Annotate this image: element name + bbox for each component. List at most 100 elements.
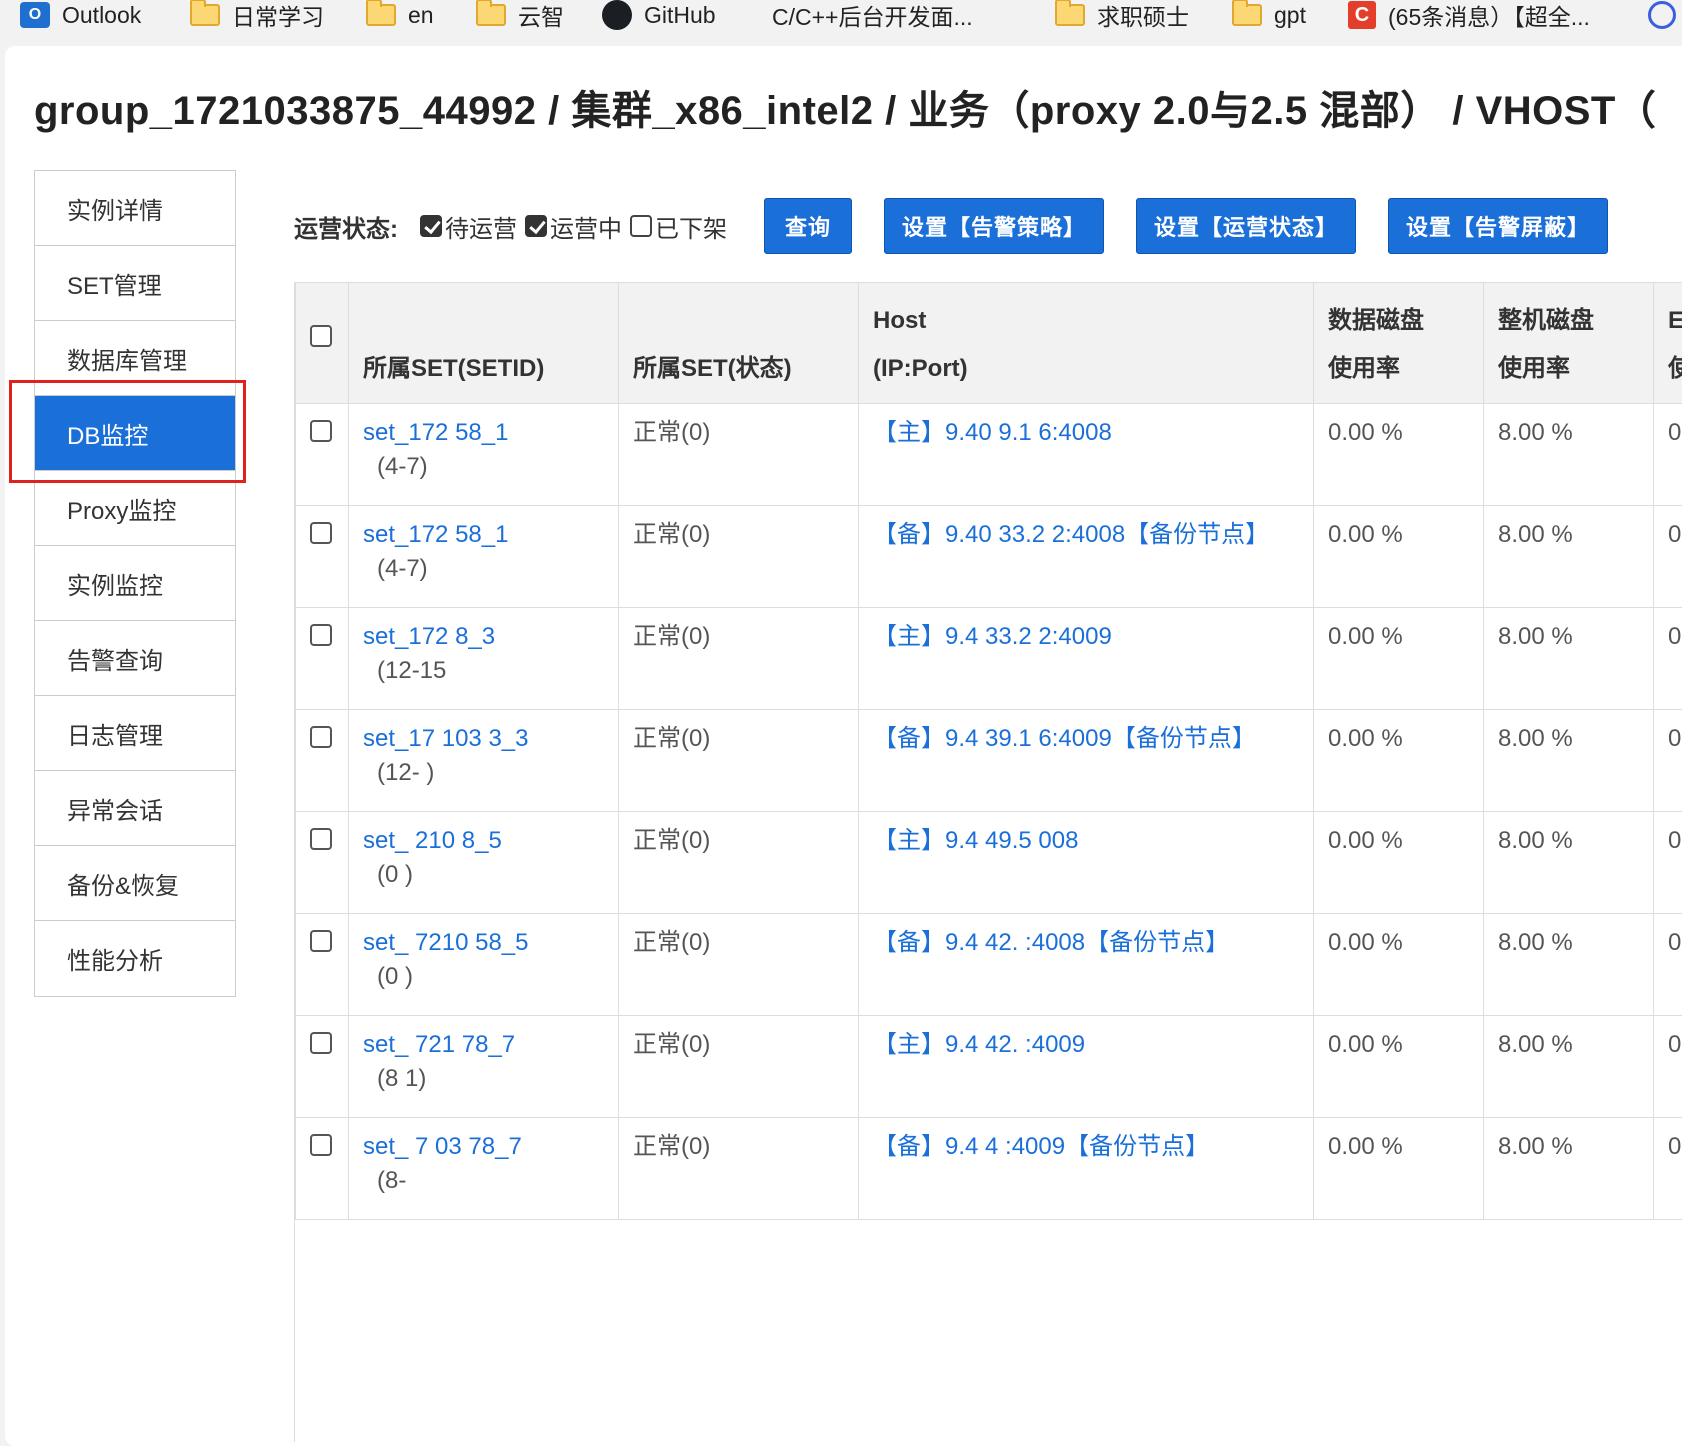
- instance-table: 所属SET(SETID) 所属SET(状态) Host(IP:Port) 数据磁…: [295, 282, 1682, 1442]
- data-disk-cell: 0.00 %: [1314, 1118, 1484, 1220]
- data-disk-usage: 0.00 %: [1328, 827, 1403, 854]
- machine-disk-cell: 8.00 %: [1484, 608, 1654, 710]
- sidebar-item-label: 告警查询: [67, 641, 163, 676]
- sidebar-item-log-management[interactable]: 日志管理: [35, 696, 235, 771]
- host-link[interactable]: 【备】9.4 39.1 6:4009【备份节点】: [873, 725, 1256, 752]
- machine-disk-cell: 8.00 %: [1484, 1118, 1654, 1220]
- checkbox-unchecked-icon[interactable]: [630, 215, 652, 237]
- set-id-cell: set_ 210 8_5 (0 ): [349, 812, 619, 914]
- row-select-cell[interactable]: [296, 608, 349, 710]
- row-select-cell[interactable]: [296, 812, 349, 914]
- bookmark-job-master[interactable]: 求职硕士: [1055, 0, 1189, 30]
- filter-checkbox-offline[interactable]: 已下架: [630, 209, 727, 244]
- host-link[interactable]: 【主】9.4 33.2 2:4009: [873, 623, 1112, 650]
- header-next-column: E使: [1654, 283, 1682, 404]
- next-value: 0.: [1668, 521, 1682, 548]
- filter-checkbox-running[interactable]: 运营中: [525, 209, 622, 244]
- sidebar-item-label: 实例监控: [67, 566, 163, 601]
- filter-option-label: 已下架: [655, 209, 727, 244]
- checkbox-unchecked-icon[interactable]: [310, 325, 332, 347]
- checkbox-checked-icon[interactable]: [525, 215, 547, 237]
- sidebar-item-performance-analysis[interactable]: 性能分析: [35, 921, 235, 996]
- filter-checkbox-pending[interactable]: 待运营: [420, 209, 517, 244]
- set-op-status-button[interactable]: 设置【运营状态】: [1136, 198, 1356, 254]
- host-cell: 【备】9.4 42. :4008【备份节点】: [859, 914, 1314, 1016]
- data-disk-cell: 0.00 %: [1314, 1016, 1484, 1118]
- sidebar-item-alarm-query[interactable]: 告警查询: [35, 621, 235, 696]
- sidebar-item-abnormal-session[interactable]: 异常会话: [35, 771, 235, 846]
- header-select-all[interactable]: [296, 283, 349, 404]
- bookmark-en[interactable]: en: [366, 0, 434, 30]
- bookmark-extra[interactable]: [1648, 0, 1682, 30]
- empty-area: [296, 1220, 1682, 1443]
- machine-disk-usage: 8.00 %: [1498, 1133, 1573, 1160]
- set-status: 正常(0): [633, 1133, 710, 1160]
- row-select-cell[interactable]: [296, 404, 349, 506]
- checkbox-unchecked-icon[interactable]: [310, 726, 332, 748]
- bookmark-github[interactable]: GitHub: [602, 0, 716, 30]
- host-link[interactable]: 【备】9.40 33.2 2:4008【备份节点】: [873, 521, 1269, 548]
- checkbox-unchecked-icon[interactable]: [310, 522, 332, 544]
- host-cell: 【主】9.4 42. :4009: [859, 1016, 1314, 1118]
- set-alarm-mask-button[interactable]: 设置【告警屏蔽】: [1388, 198, 1608, 254]
- checkbox-unchecked-icon[interactable]: [310, 1032, 332, 1054]
- machine-disk-usage: 8.00 %: [1498, 929, 1573, 956]
- row-select-cell[interactable]: [296, 1016, 349, 1118]
- checkbox-unchecked-icon[interactable]: [310, 624, 332, 646]
- host-link[interactable]: 【备】9.4 42. :4008【备份节点】: [873, 929, 1229, 956]
- checkbox-unchecked-icon[interactable]: [310, 930, 332, 952]
- set-alarm-policy-button[interactable]: 设置【告警策略】: [884, 198, 1104, 254]
- machine-disk-usage: 8.00 %: [1498, 419, 1573, 446]
- bookmark-cpp[interactable]: C/C++后台开发面...: [760, 0, 973, 30]
- query-button[interactable]: 查询: [764, 198, 852, 254]
- filter-option-label: 运营中: [550, 209, 622, 244]
- machine-disk-usage: 8.00 %: [1498, 827, 1573, 854]
- set-id-link[interactable]: set_172 8_3: [363, 623, 495, 650]
- set-status-cell: 正常(0): [619, 812, 859, 914]
- bookmark-yunzhi[interactable]: 云智: [476, 0, 564, 30]
- data-disk-cell: 0.00 %: [1314, 404, 1484, 506]
- set-id-link[interactable]: set_ 721 78_7: [363, 1031, 515, 1058]
- host-link[interactable]: 【主】9.40 9.1 6:4008: [873, 419, 1112, 446]
- machine-disk-usage: 8.00 %: [1498, 1031, 1573, 1058]
- filter-option-label: 待运营: [445, 209, 517, 244]
- bookmark-label: 求职硕士: [1097, 0, 1189, 30]
- host-link[interactable]: 【主】9.4 42. :4009: [873, 1031, 1085, 1058]
- bookmark-label: en: [408, 2, 434, 29]
- checkbox-checked-icon[interactable]: [420, 215, 442, 237]
- set-range: (12- ): [363, 759, 434, 786]
- next-cell: 0.: [1654, 608, 1682, 710]
- host-link[interactable]: 【备】9.4 4 :4009【备份节点】: [873, 1133, 1209, 1160]
- set-id-link[interactable]: set_172 58_1: [363, 419, 508, 446]
- bookmark-outlook[interactable]: O Outlook: [20, 0, 141, 30]
- set-id-link[interactable]: set_ 7 03 78_7: [363, 1133, 522, 1160]
- bookmark-gpt[interactable]: gpt: [1232, 0, 1306, 30]
- outlook-icon: O: [20, 2, 50, 28]
- set-status-cell: 正常(0): [619, 608, 859, 710]
- set-id-link[interactable]: set_172 58_1: [363, 521, 508, 548]
- bookmark-daily-study[interactable]: 日常学习: [190, 0, 324, 30]
- set-id-link[interactable]: set_17 103 3_3: [363, 725, 528, 752]
- bookmark-label: (65条消息）【超全...: [1388, 0, 1590, 30]
- checkbox-unchecked-icon[interactable]: [310, 1134, 332, 1156]
- machine-disk-usage: 8.00 %: [1498, 521, 1573, 548]
- bookmark-csdn[interactable]: C (65条消息）【超全...: [1348, 0, 1590, 30]
- row-select-cell[interactable]: [296, 1118, 349, 1220]
- host-link[interactable]: 【主】9.4 49.5 008: [873, 827, 1078, 854]
- filter-label: 运营状态:: [294, 209, 398, 244]
- checkbox-unchecked-icon[interactable]: [310, 828, 332, 850]
- sidebar-item-instance-monitor[interactable]: 实例监控: [35, 546, 235, 621]
- set-id-link[interactable]: set_ 7210 58_5: [363, 929, 528, 956]
- row-select-cell[interactable]: [296, 506, 349, 608]
- sidebar-item-backup-restore[interactable]: 备份&恢复: [35, 846, 235, 921]
- sidebar-item-instance-detail[interactable]: 实例详情: [35, 171, 235, 246]
- header-label: 数据磁盘: [1328, 307, 1424, 334]
- checkbox-unchecked-icon[interactable]: [310, 420, 332, 442]
- sidebar-item-set-management[interactable]: SET管理: [35, 246, 235, 321]
- row-select-cell[interactable]: [296, 710, 349, 812]
- set-id-cell: set_172 8_3(12-15: [349, 608, 619, 710]
- set-range: (0 ): [363, 861, 413, 888]
- circle-icon: [1648, 1, 1676, 29]
- set-id-link[interactable]: set_ 210 8_5: [363, 827, 502, 854]
- row-select-cell[interactable]: [296, 914, 349, 1016]
